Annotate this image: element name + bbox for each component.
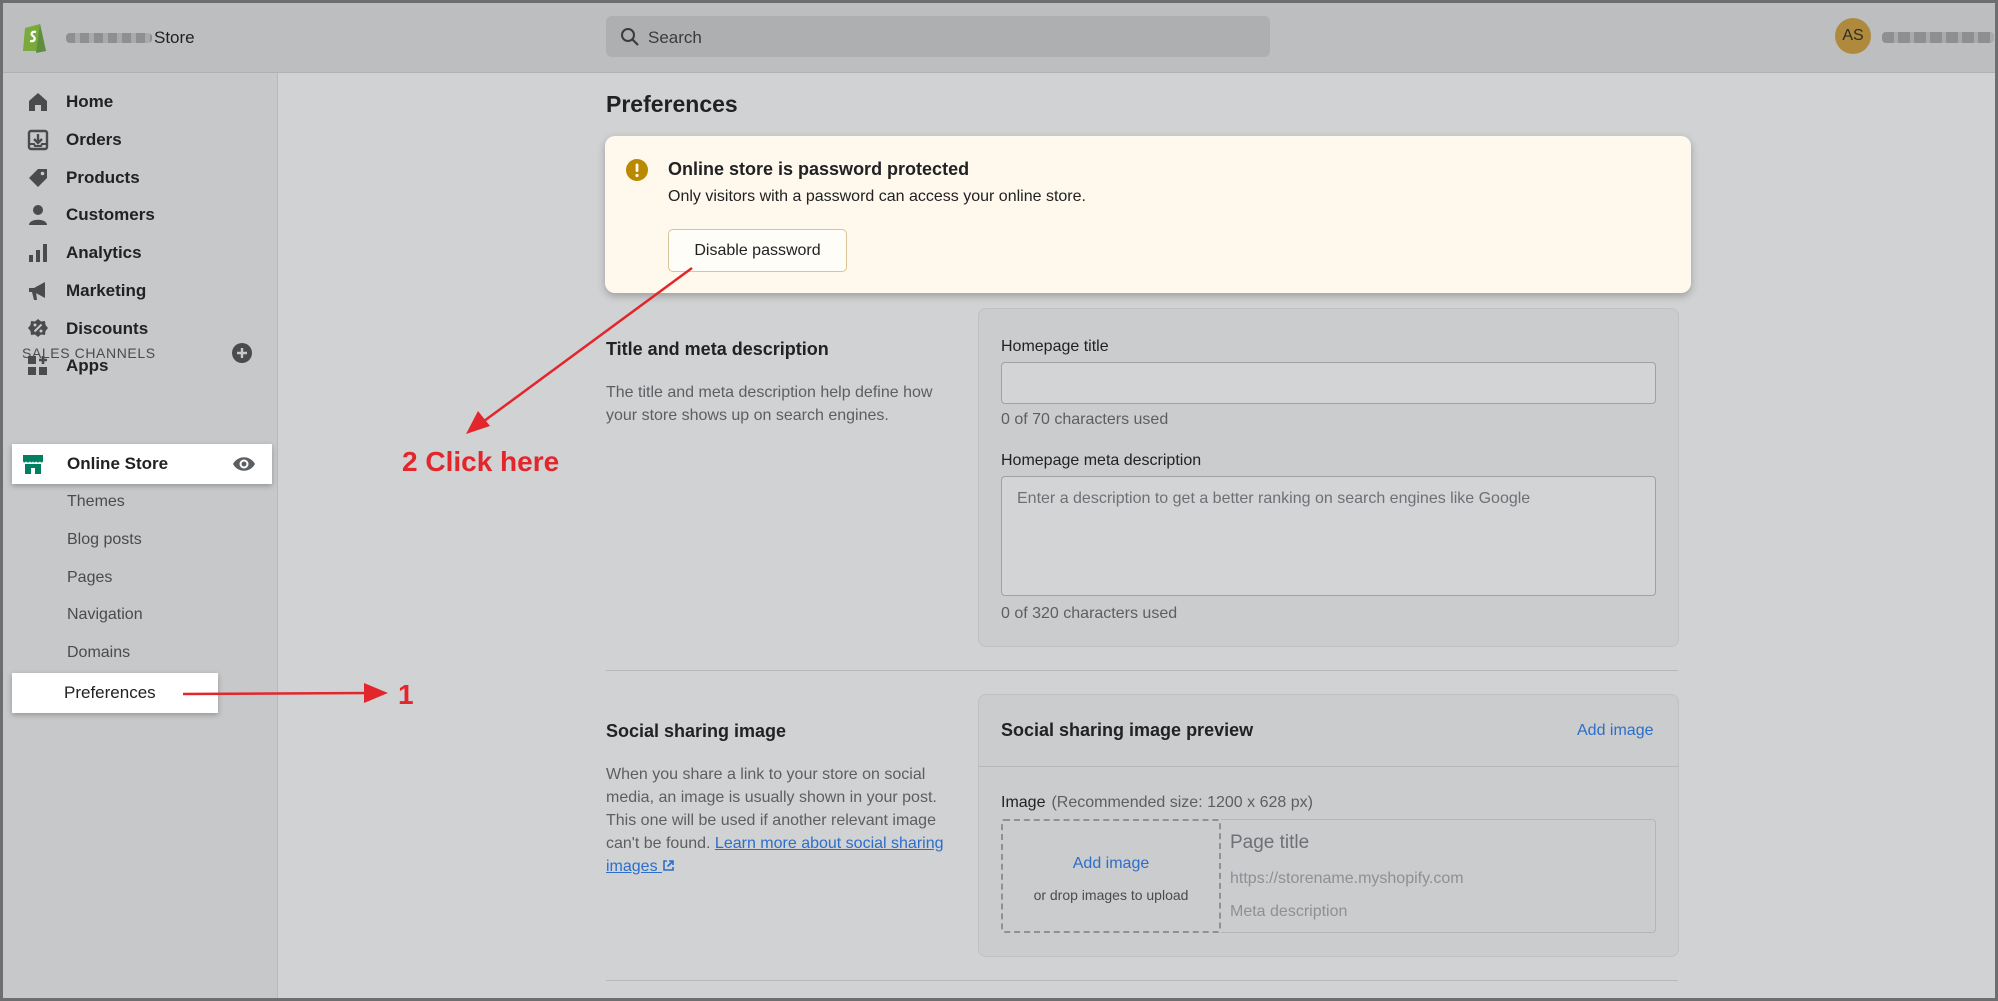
sales-channels-heading: SALES CHANNELS — [22, 345, 156, 361]
sidebar-item-discounts[interactable]: Discounts — [26, 314, 148, 344]
page-title: Preferences — [606, 91, 738, 117]
user-name-redacted — [1882, 32, 1994, 43]
preview-meta-description: Meta description — [1230, 903, 1348, 920]
dropzone-add-image[interactable]: Add image — [1003, 855, 1219, 873]
social-section-title: Social sharing image — [606, 721, 787, 741]
sidebar-subitem-domains[interactable]: Domains — [67, 644, 130, 662]
sidebar-item-orders[interactable]: Orders — [26, 125, 122, 155]
meta-section-description: The title and meta description help defi… — [606, 384, 933, 424]
tag-icon — [29, 169, 47, 187]
orders-icon — [27, 129, 49, 151]
banner-title: Online store is password protected — [668, 159, 970, 179]
social-card-title: Social sharing image preview — [1001, 720, 1254, 740]
meta-description-textarea[interactable]: Enter a description to get a better rank… — [1001, 476, 1656, 596]
section-divider — [606, 670, 1678, 671]
warning-icon — [626, 159, 648, 181]
sidebar-item-customers[interactable]: Customers — [26, 200, 155, 230]
sidebar-item-marketing[interactable]: Marketing — [26, 276, 146, 306]
preferences-label: Preferences — [64, 683, 156, 702]
sidebar-item-label: Marketing — [66, 281, 147, 300]
search-bar[interactable]: Search — [606, 16, 1270, 57]
search-icon — [621, 28, 639, 46]
sidebar-subitem-navigation[interactable]: Navigation — [67, 606, 143, 624]
image-recommendation: (Recommended size: 1200 x 628 px) — [1051, 794, 1313, 811]
shopify-logo-icon[interactable] — [20, 20, 50, 54]
add-circle-icon[interactable] — [231, 342, 253, 364]
card-divider — [978, 766, 1679, 767]
section-divider-bottom — [606, 980, 1678, 981]
home-icon — [29, 93, 47, 111]
sidebar-item-label: Analytics — [66, 243, 142, 262]
homepage-title-label: Homepage title — [1001, 338, 1109, 355]
annotation-step-2: 2 Click here — [402, 446, 560, 477]
sidebar-subitem-pages[interactable]: Pages — [67, 569, 112, 587]
homepage-title-counter: 0 of 70 characters used — [1001, 411, 1169, 428]
meta-description-counter: 0 of 320 characters used — [1001, 605, 1178, 622]
search-placeholder: Search — [648, 28, 702, 47]
store-name-redacted — [66, 33, 152, 43]
meta-section-title: Title and meta description — [606, 339, 829, 359]
image-dropzone[interactable]: Add image or drop images to upload — [1001, 819, 1221, 933]
sidebar-item-home[interactable]: Home — [26, 87, 113, 117]
sidebar-item-label: Customers — [66, 205, 155, 224]
sidebar-item-products[interactable]: Products — [26, 163, 140, 193]
image-label-text: Image — [1001, 794, 1046, 811]
discount-icon — [28, 319, 48, 337]
annotation-step-1: 1 — [398, 679, 414, 710]
sidebar-subitem-themes[interactable]: Themes — [67, 493, 125, 511]
social-preview-panel: Page title https://storename.myshopify.c… — [1221, 819, 1656, 933]
social-section-description: When you share a link to your store on s… — [606, 763, 946, 878]
password-protection-banner: Online store is password protected Only … — [605, 136, 1691, 293]
sidebar-item-label: Orders — [66, 130, 122, 149]
banner-text: Only visitors with a password can access… — [668, 188, 1086, 205]
sidebar-item-analytics[interactable]: Analytics — [26, 238, 142, 268]
top-bar: Store Search AS — [0, 0, 1998, 73]
sidebar-subitem-blog-posts[interactable]: Blog posts — [67, 531, 142, 549]
sidebar-item-label: Discounts — [66, 319, 149, 338]
store-name[interactable]: Store — [154, 28, 195, 48]
homepage-title-input[interactable] — [1001, 362, 1656, 404]
megaphone-icon — [29, 282, 45, 300]
sidebar-item-label: Home — [66, 92, 114, 111]
online-store-label: Online Store — [67, 454, 169, 473]
meta-description-label: Homepage meta description — [1001, 452, 1202, 469]
dropzone-hint: or drop images to upload — [1033, 887, 1189, 903]
eye-icon[interactable] — [232, 453, 256, 475]
external-link-icon — [663, 860, 674, 871]
bar-chart-icon — [29, 244, 47, 262]
person-icon — [29, 205, 47, 225]
preview-page-title: Page title — [1230, 832, 1310, 853]
sidebar-subitem-preferences[interactable]: Preferences — [12, 673, 218, 713]
image-label: Image (Recommended size: 1200 x 628 px) — [1001, 794, 1313, 812]
avatar[interactable]: AS — [1835, 18, 1871, 54]
sidebar-item-online-store[interactable]: Online Store — [12, 444, 272, 484]
meta-description-placeholder: Enter a description to get a better rank… — [1017, 490, 1531, 507]
sidebar-item-label: Products — [66, 168, 140, 187]
storefront-icon — [23, 455, 43, 474]
add-image-link[interactable]: Add image — [1577, 722, 1654, 740]
disable-password-button[interactable]: Disable password — [668, 229, 847, 272]
preview-url: https://storename.myshopify.com — [1230, 870, 1464, 887]
